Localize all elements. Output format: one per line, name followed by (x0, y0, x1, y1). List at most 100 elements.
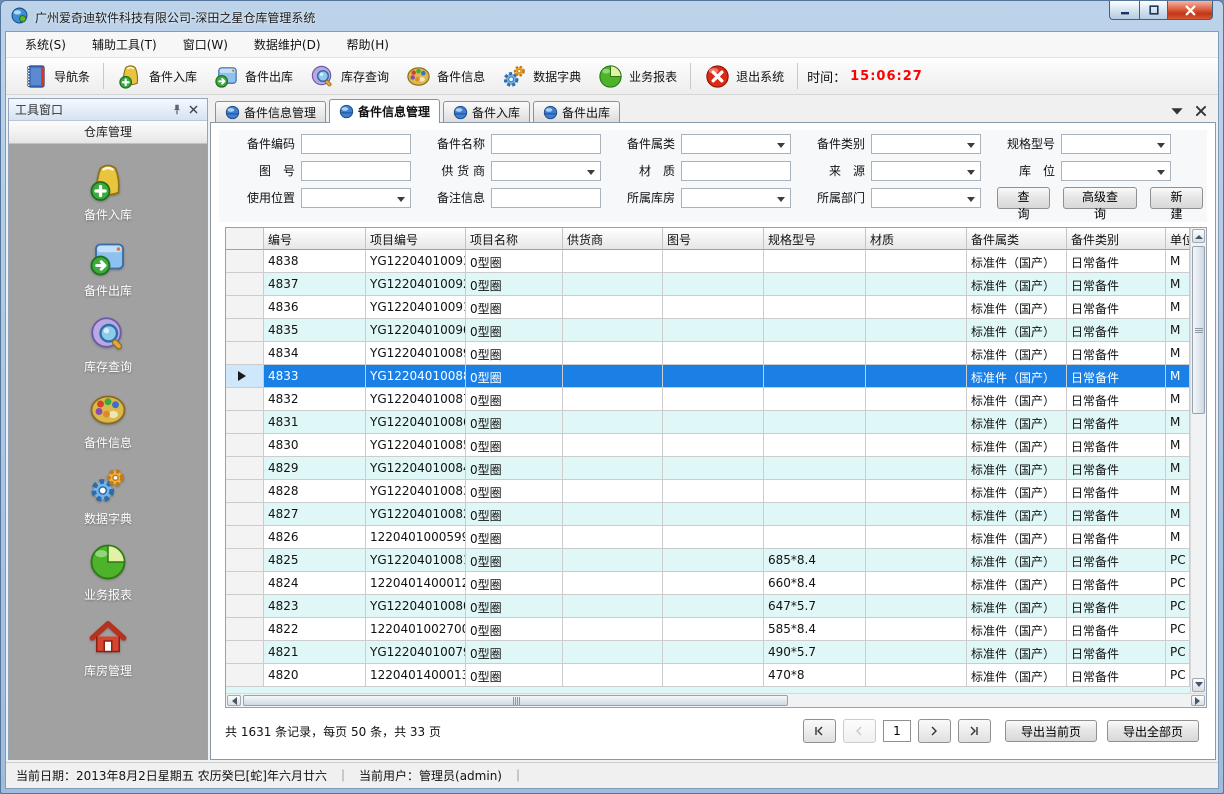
sidebar-section-header[interactable]: 仓库管理 (9, 121, 207, 144)
part-name-input[interactable] (491, 134, 601, 154)
cell-r10c7[interactable]: 标准件（国产） (967, 480, 1067, 503)
cell-r13c5[interactable]: 685*8.4 (764, 549, 866, 572)
cell-r5c0[interactable]: 4833 (264, 365, 366, 388)
row-selector-cell[interactable] (226, 572, 264, 595)
cell-r6c8[interactable]: 日常备件 (1067, 388, 1166, 411)
cell-r13c6[interactable] (866, 549, 967, 572)
supplier-select[interactable] (491, 161, 601, 181)
cell-r16c6[interactable] (866, 618, 967, 641)
table-row[interactable]: 4836YG122040100910型圈标准件（国产）日常备件M (226, 296, 1190, 319)
cell-r4c7[interactable]: 标准件（国产） (967, 342, 1067, 365)
cell-r16c5[interactable]: 585*8.4 (764, 618, 866, 641)
cell-r10c0[interactable]: 4828 (264, 480, 366, 503)
cell-r11c8[interactable]: 日常备件 (1067, 503, 1166, 526)
table-row[interactable]: 4837YG122040100920型圈标准件（国产）日常备件M (226, 273, 1190, 296)
cell-r1c1[interactable]: YG12204010092 (366, 273, 466, 296)
cell-r15c5[interactable]: 647*5.7 (764, 595, 866, 618)
cell-r6c7[interactable]: 标准件（国产） (967, 388, 1067, 411)
stock-location-select[interactable] (1061, 161, 1171, 181)
cell-r7c2[interactable]: 0型圈 (466, 411, 563, 434)
cell-r2c2[interactable]: 0型圈 (466, 296, 563, 319)
cell-r17c6[interactable] (866, 641, 967, 664)
table-row[interactable]: 4830YG122040100850型圈标准件（国产）日常备件M (226, 434, 1190, 457)
tab-list-dropdown-icon[interactable] (1170, 105, 1184, 117)
cell-r16c0[interactable]: 4822 (264, 618, 366, 641)
column-header-7[interactable]: 备件属类 (967, 228, 1067, 250)
cell-r18c7[interactable]: 标准件（国产） (967, 664, 1067, 687)
close-tab-icon[interactable] (1194, 105, 1208, 117)
part-category-select[interactable] (871, 134, 981, 154)
cell-r12c7[interactable]: 标准件（国产） (967, 526, 1067, 549)
scroll-down-button[interactable] (1192, 678, 1205, 692)
cell-r13c2[interactable]: 0型圈 (466, 549, 563, 572)
cell-r3c7[interactable]: 标准件（国产） (967, 319, 1067, 342)
cell-r4c4[interactable] (663, 342, 764, 365)
cell-r8c8[interactable]: 日常备件 (1067, 434, 1166, 457)
cell-r6c5[interactable] (764, 388, 866, 411)
table-row[interactable]: 482612204010005990型圈标准件（国产）日常备件M (226, 526, 1190, 549)
cell-r4c5[interactable] (764, 342, 866, 365)
cell-r5c8[interactable]: 日常备件 (1067, 365, 1166, 388)
cell-r13c8[interactable]: 日常备件 (1067, 549, 1166, 572)
cell-r5c1[interactable]: YG12204010088 (366, 365, 466, 388)
cell-r13c7[interactable]: 标准件（国产） (967, 549, 1067, 572)
cell-r14c5[interactable]: 660*8.4 (764, 572, 866, 595)
cell-r18c0[interactable]: 4820 (264, 664, 366, 687)
table-row[interactable]: 4823YG122040100800型圈647*5.7标准件（国产）日常备件PC (226, 595, 1190, 618)
column-header-9[interactable]: 单位 (1166, 228, 1190, 250)
cell-r7c8[interactable]: 日常备件 (1067, 411, 1166, 434)
cell-r4c6[interactable] (866, 342, 967, 365)
row-selector-cell[interactable] (226, 365, 264, 388)
cell-r18c2[interactable]: 0型圈 (466, 664, 563, 687)
cell-r2c7[interactable]: 标准件（国产） (967, 296, 1067, 319)
table-row[interactable]: 4835YG122040100900型圈标准件（国产）日常备件M (226, 319, 1190, 342)
vertical-scrollbar[interactable] (1190, 228, 1206, 693)
cell-r11c6[interactable] (866, 503, 967, 526)
horizontal-scrollbar[interactable] (226, 693, 1206, 707)
cell-r6c9[interactable]: M (1166, 388, 1190, 411)
column-header-4[interactable]: 图号 (663, 228, 764, 250)
cell-r3c8[interactable]: 日常备件 (1067, 319, 1166, 342)
cell-r8c7[interactable]: 标准件（国产） (967, 434, 1067, 457)
table-row[interactable]: 482212204010027000型圈585*8.4标准件（国产）日常备件PC (226, 618, 1190, 641)
table-row[interactable]: 4821YG122040100790型圈490*5.7标准件（国产）日常备件PC (226, 641, 1190, 664)
cell-r11c4[interactable] (663, 503, 764, 526)
toolbar-button-inventory-query[interactable]: 库存查询 (301, 60, 397, 93)
first-page-button[interactable] (803, 719, 836, 743)
cell-r14c9[interactable]: PC (1166, 572, 1190, 595)
cell-r0c5[interactable] (764, 250, 866, 273)
horizontal-scrollbar-thumb[interactable] (243, 695, 788, 706)
cell-r7c3[interactable] (563, 411, 663, 434)
column-header-3[interactable]: 供货商 (563, 228, 663, 250)
minimize-button[interactable] (1109, 1, 1139, 20)
cell-r5c5[interactable] (764, 365, 866, 388)
part-code-input[interactable] (301, 134, 411, 154)
cell-r1c5[interactable] (764, 273, 866, 296)
warehouse-select[interactable] (681, 188, 791, 208)
cell-r13c9[interactable]: PC (1166, 549, 1190, 572)
cell-r2c9[interactable]: M (1166, 296, 1190, 319)
cell-r9c8[interactable]: 日常备件 (1067, 457, 1166, 480)
cell-r12c0[interactable]: 4826 (264, 526, 366, 549)
cell-r13c1[interactable]: YG12204010081 (366, 549, 466, 572)
cell-r6c6[interactable] (866, 388, 967, 411)
table-row[interactable]: 4827YG122040100820型圈标准件（国产）日常备件M (226, 503, 1190, 526)
cell-r8c9[interactable]: M (1166, 434, 1190, 457)
cell-r11c7[interactable]: 标准件（国产） (967, 503, 1067, 526)
cell-r15c2[interactable]: 0型圈 (466, 595, 563, 618)
row-selector-cell[interactable] (226, 388, 264, 411)
menu-item-0[interactable]: 系统(S) (12, 32, 79, 57)
cell-r16c4[interactable] (663, 618, 764, 641)
toolbar-button-parts-info[interactable]: 备件信息 (397, 60, 493, 93)
cell-r0c4[interactable] (663, 250, 764, 273)
cell-r16c3[interactable] (563, 618, 663, 641)
cell-r13c0[interactable]: 4825 (264, 549, 366, 572)
cell-r3c6[interactable] (866, 319, 967, 342)
toolbar-button-data-dictionary[interactable]: 数据字典 (493, 60, 589, 93)
cell-r10c8[interactable]: 日常备件 (1067, 480, 1166, 503)
column-header-0[interactable]: 编号 (264, 228, 366, 250)
toolbar-button-business-report[interactable]: 业务报表 (589, 60, 685, 93)
cell-r3c1[interactable]: YG12204010090 (366, 319, 466, 342)
cell-r16c7[interactable]: 标准件（国产） (967, 618, 1067, 641)
cell-r18c3[interactable] (563, 664, 663, 687)
